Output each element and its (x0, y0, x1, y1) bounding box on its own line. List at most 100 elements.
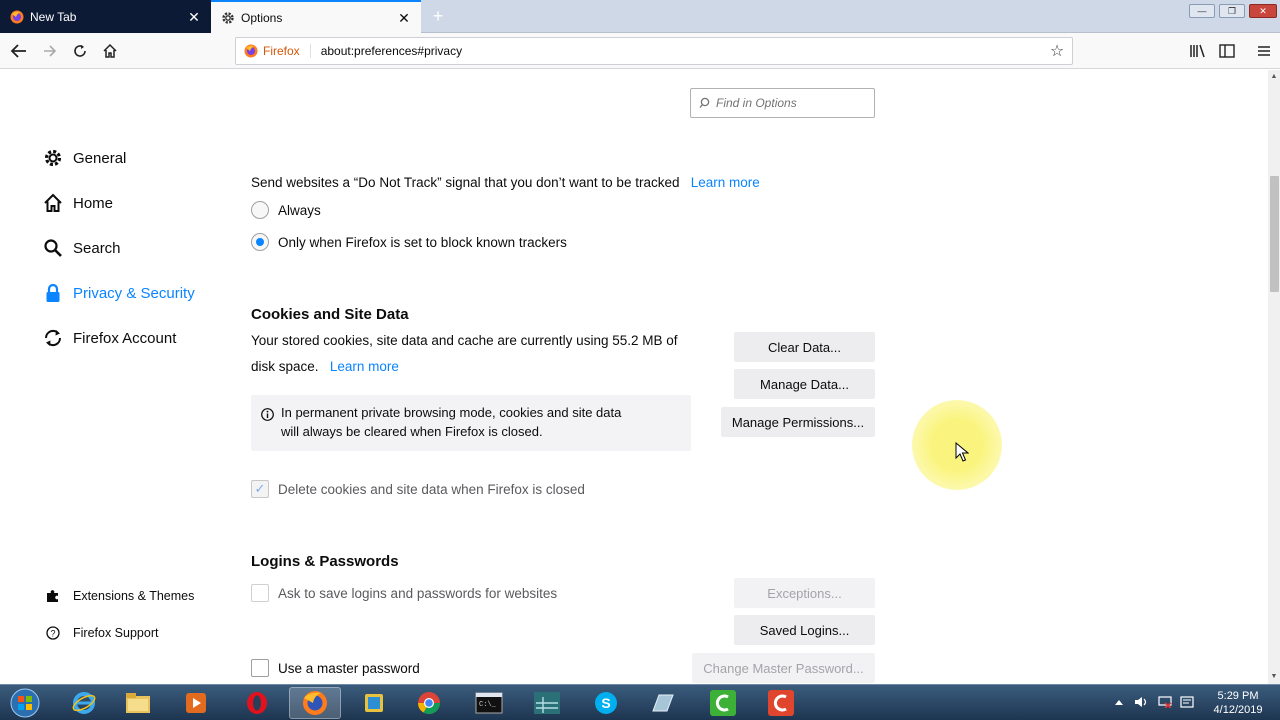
new-tab-button[interactable]: + (428, 6, 448, 26)
scrollbar-thumb[interactable] (1270, 176, 1279, 292)
show-hidden-icons-icon[interactable] (1112, 695, 1126, 709)
restore-button[interactable]: ❐ (1219, 4, 1245, 18)
internet-explorer-icon[interactable] (58, 687, 110, 719)
network-disconnected-icon[interactable] (1158, 695, 1172, 709)
gear-icon (42, 147, 64, 169)
volume-icon[interactable] (1134, 695, 1148, 709)
minimize-button[interactable]: — (1189, 4, 1215, 18)
search-icon (42, 237, 64, 259)
sidebar-icon (1219, 44, 1235, 58)
forward-arrow-icon (44, 45, 57, 57)
saved-logins-button[interactable]: Saved Logins... (734, 615, 875, 645)
library-button[interactable] (1186, 39, 1210, 63)
sidebar-item-privacy-security[interactable]: Privacy & Security (42, 282, 195, 304)
home-icon (42, 192, 64, 214)
app-icon[interactable] (521, 687, 573, 719)
forward-button[interactable] (38, 39, 62, 63)
dnt-text: Send websites a “Do Not Track” signal th… (251, 175, 680, 190)
master-password-checkbox[interactable] (251, 659, 269, 677)
bookmark-star-icon[interactable]: ☆ (1042, 41, 1072, 61)
preferences-page: Find in Options General Home Search Priv… (0, 70, 1268, 684)
clock-date: 4/12/2019 (1213, 704, 1263, 716)
sidebar-item-firefox-account[interactable]: Firefox Account (42, 327, 176, 349)
manage-permissions-button[interactable]: Manage Permissions... (721, 407, 875, 437)
find-placeholder: Find in Options (716, 96, 797, 110)
search-icon (699, 97, 710, 108)
hamburger-menu-icon (1258, 46, 1270, 56)
logins-heading: Logins & Passwords (251, 553, 399, 570)
cookies-usage-line2: disk space. Learn more (251, 359, 399, 374)
home-button[interactable] (98, 39, 122, 63)
sidebar-item-general[interactable]: General (42, 147, 126, 169)
close-icon[interactable]: ✕ (397, 11, 411, 25)
sidebar-item-extensions-themes[interactable]: Extensions & Themes (45, 588, 194, 604)
url-bar[interactable]: Firefox about:preferences#privacy ☆ (235, 37, 1073, 65)
scroll-down-arrow-icon[interactable]: ▼ (1268, 670, 1280, 684)
tab-label: New Tab (30, 9, 77, 24)
find-in-options-input[interactable]: Find in Options (690, 88, 875, 118)
info-icon (261, 407, 274, 426)
clock-time: 5:29 PM (1217, 690, 1259, 702)
delete-cookies-checkbox[interactable]: ✓ (251, 480, 269, 498)
cookies-heading: Cookies and Site Data (251, 306, 409, 323)
lock-icon (42, 282, 64, 304)
ask-save-logins-checkbox[interactable] (251, 584, 269, 602)
file-explorer-icon[interactable] (112, 687, 164, 719)
back-button[interactable] (7, 39, 31, 63)
puzzle-icon (45, 588, 61, 604)
dnt-learn-more-link[interactable]: Learn more (691, 175, 760, 190)
cookies-learn-more-link[interactable]: Learn more (330, 359, 399, 374)
firefox-taskbar-icon[interactable] (289, 687, 341, 719)
sidebar-item-search[interactable]: Search (42, 237, 121, 259)
mouse-cursor-icon (955, 441, 970, 465)
action-center-icon[interactable] (1180, 695, 1194, 709)
sidebar-item-label: Extensions & Themes (73, 589, 195, 603)
dnt-block-trackers-radio[interactable] (251, 233, 269, 251)
home-icon (103, 43, 117, 58)
navigation-toolbar: Firefox about:preferences#privacy ☆ (0, 33, 1280, 69)
opera-icon[interactable] (231, 687, 283, 719)
private-browsing-info-box: In permanent private browsing mode, cook… (251, 395, 691, 451)
skype-icon[interactable]: S (580, 687, 632, 719)
change-master-password-button[interactable]: Change Master Password... (692, 653, 875, 683)
clear-data-button[interactable]: Clear Data... (734, 332, 875, 362)
firefox-icon (10, 10, 24, 24)
cookies-usage-text: disk space. (251, 359, 319, 374)
firefox-icon (244, 44, 258, 58)
svg-text:?: ? (50, 629, 55, 639)
sidebar-item-label: General (73, 149, 127, 167)
delete-cookies-label: Delete cookies and site data when Firefo… (278, 482, 585, 497)
sidebar-item-label: Privacy & Security (73, 284, 195, 302)
start-button[interactable] (0, 687, 50, 719)
camtasia-recorder-icon[interactable] (755, 687, 807, 719)
url-text[interactable]: about:preferences#privacy (321, 44, 1042, 58)
sidebar-item-label: Home (73, 194, 114, 212)
back-arrow-icon (10, 44, 26, 58)
sidebar-item-label: Firefox Account (73, 329, 177, 347)
scroll-up-arrow-icon[interactable]: ▲ (1268, 70, 1280, 84)
system-clock[interactable]: 5:29 PM 4/12/2019 (1198, 689, 1278, 717)
app-icon[interactable] (636, 687, 688, 719)
terminal-icon[interactable]: C:\_ (463, 687, 515, 719)
media-player-icon[interactable] (170, 687, 222, 719)
tab-new-tab[interactable]: New Tab ✕ (0, 0, 211, 33)
camtasia-icon[interactable] (697, 687, 749, 719)
close-icon[interactable]: ✕ (187, 10, 201, 24)
tab-options[interactable]: Options ✕ (211, 0, 421, 33)
identity-box[interactable]: Firefox (244, 44, 311, 58)
svg-text:C:\_: C:\_ (479, 701, 497, 709)
manage-data-button[interactable]: Manage Data... (734, 369, 875, 399)
app-icon[interactable] (348, 687, 400, 719)
sidebar-item-label: Firefox Support (73, 626, 159, 640)
sidebar-toggle-button[interactable] (1215, 39, 1239, 63)
page-scrollbar[interactable] (1268, 70, 1280, 684)
reload-button[interactable] (68, 39, 92, 63)
sidebar-item-home[interactable]: Home (42, 192, 113, 214)
dnt-always-radio[interactable] (251, 201, 269, 219)
dnt-block-trackers-label: Only when Firefox is set to block known … (278, 235, 567, 250)
menu-button[interactable] (1252, 39, 1276, 63)
close-window-button[interactable]: ✕ (1249, 4, 1277, 18)
chrome-icon[interactable] (403, 687, 455, 719)
sidebar-item-firefox-support[interactable]: ? Firefox Support (45, 625, 158, 641)
exceptions-button[interactable]: Exceptions... (734, 578, 875, 608)
